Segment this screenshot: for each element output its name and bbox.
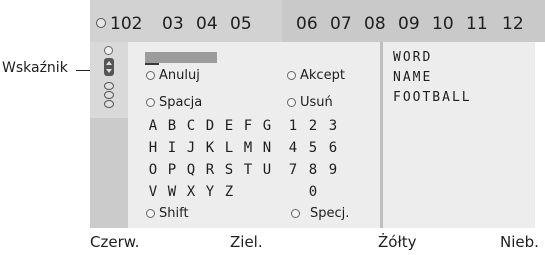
- radio-icon: [291, 209, 300, 218]
- key[interactable]: O: [145, 162, 161, 178]
- key[interactable]: N: [259, 140, 275, 156]
- indicator-callout-line: [76, 70, 90, 71]
- key[interactable]: P: [164, 162, 180, 178]
- key[interactable]: K: [202, 140, 218, 156]
- channel-item[interactable]: 10: [432, 14, 454, 34]
- word-list-item[interactable]: FOOTBALL: [393, 90, 472, 105]
- key[interactable]: G: [259, 118, 275, 134]
- key[interactable]: L: [221, 140, 237, 156]
- channel-item[interactable]: 05: [230, 14, 252, 34]
- green-key-button[interactable]: Ziel.: [230, 233, 263, 251]
- key[interactable]: 1: [285, 118, 301, 134]
- key[interactable]: M: [240, 140, 256, 156]
- accept-option[interactable]: Akcept: [287, 68, 345, 83]
- text-cursor: [145, 63, 159, 65]
- key[interactable]: J: [183, 140, 199, 156]
- yellow-key-button[interactable]: Żółty: [378, 233, 416, 251]
- key[interactable]: A: [145, 118, 161, 134]
- key[interactable]: 6: [325, 140, 341, 156]
- key[interactable]: U: [259, 162, 275, 178]
- channel-item[interactable]: 06: [296, 14, 318, 34]
- key[interactable]: 2: [305, 118, 321, 134]
- key[interactable]: 9: [325, 162, 341, 178]
- blue-key-button[interactable]: Nieb.: [500, 233, 539, 251]
- cancel-option[interactable]: Anuluj: [146, 68, 200, 83]
- channel-item[interactable]: 07: [330, 14, 352, 34]
- accept-label: Akcept: [300, 68, 345, 83]
- space-label: Spacja: [159, 95, 203, 110]
- word-list-item[interactable]: WORD: [393, 50, 432, 65]
- radio-icon: [146, 209, 155, 218]
- delete-label: Usuń: [300, 95, 333, 110]
- key[interactable]: F: [240, 118, 256, 134]
- channel-bar: 102 03 04 05 06 07 08 09 10 11 12: [90, 14, 535, 42]
- shift-label: Shift: [159, 206, 189, 221]
- key[interactable]: 0: [305, 184, 321, 200]
- radio-icon: [287, 71, 296, 80]
- channel-item[interactable]: 102: [110, 14, 142, 34]
- channel-item[interactable]: 09: [398, 14, 420, 34]
- radio-icon: [146, 71, 155, 80]
- channel-item[interactable]: 12: [502, 14, 524, 34]
- shift-option[interactable]: Shift: [146, 206, 189, 221]
- scroll-indicator-icon: [104, 82, 114, 108]
- key[interactable]: V: [145, 184, 161, 200]
- key[interactable]: I: [164, 140, 180, 156]
- key[interactable]: C: [183, 118, 199, 134]
- key[interactable]: E: [221, 118, 237, 134]
- key[interactable]: Q: [183, 162, 199, 178]
- indicator-dot-icon: [104, 46, 113, 55]
- key[interactable]: S: [221, 162, 237, 178]
- special-label: Specj.: [310, 206, 350, 221]
- indicator-callout-label: Wskaźnik: [2, 60, 68, 76]
- key[interactable]: 7: [285, 162, 301, 178]
- channel-item[interactable]: 11: [466, 14, 488, 34]
- key[interactable]: B: [164, 118, 180, 134]
- key[interactable]: Z: [221, 184, 237, 200]
- channel-item[interactable]: 08: [364, 14, 386, 34]
- channel-item[interactable]: 04: [196, 14, 218, 34]
- key[interactable]: 4: [285, 140, 301, 156]
- key[interactable]: 5: [305, 140, 321, 156]
- special-option[interactable]: Specj.: [291, 206, 349, 221]
- key[interactable]: T: [240, 162, 256, 178]
- text-input-field[interactable]: [145, 52, 217, 63]
- key[interactable]: R: [202, 162, 218, 178]
- key[interactable]: X: [183, 184, 199, 200]
- channel-item[interactable]: 03: [162, 14, 184, 34]
- radio-icon: [287, 98, 296, 107]
- key[interactable]: 3: [325, 118, 341, 134]
- key[interactable]: H: [145, 140, 161, 156]
- word-list-item[interactable]: NAME: [393, 70, 432, 85]
- key[interactable]: D: [202, 118, 218, 134]
- color-key-bar: Czerw. Ziel. Żółty Nieb.: [90, 228, 545, 255]
- red-key-button[interactable]: Czerw.: [90, 233, 139, 251]
- channel-bullet-icon: [96, 18, 106, 28]
- radio-icon: [146, 98, 155, 107]
- up-down-arrows-icon[interactable]: [104, 58, 114, 76]
- key[interactable]: 8: [305, 162, 321, 178]
- delete-option[interactable]: Usuń: [287, 95, 333, 110]
- space-option[interactable]: Spacja: [146, 95, 202, 110]
- cancel-label: Anuluj: [159, 68, 200, 83]
- key[interactable]: W: [164, 184, 180, 200]
- indicator-strip-lower: [90, 118, 128, 228]
- key[interactable]: Y: [202, 184, 218, 200]
